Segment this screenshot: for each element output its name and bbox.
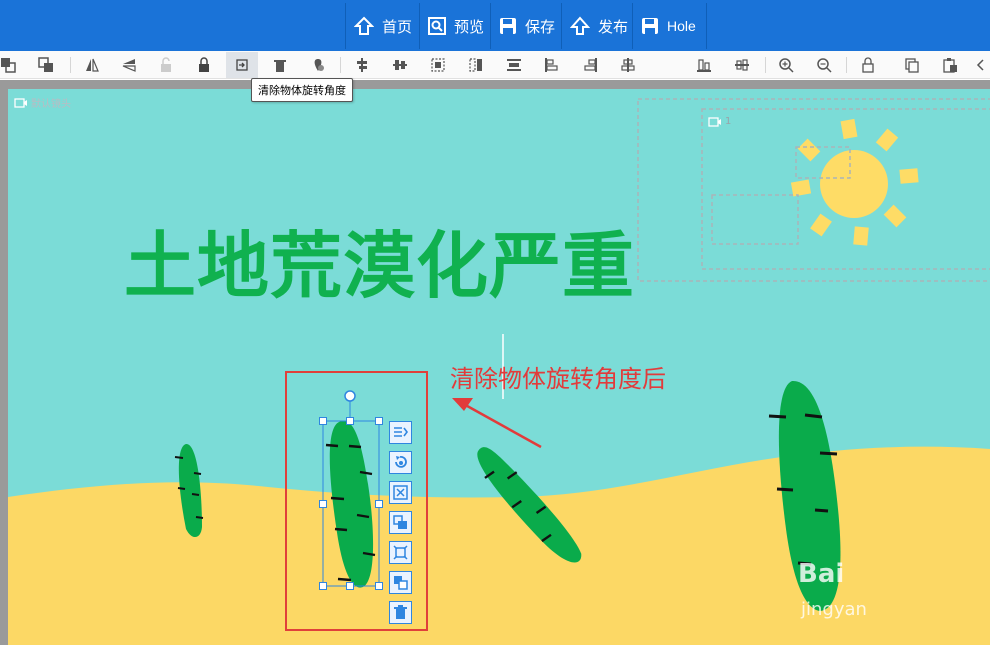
watermark: Bai xyxy=(798,559,845,589)
home-icon xyxy=(354,16,374,35)
camera-frame-outer xyxy=(637,98,990,282)
scale-icon xyxy=(393,545,408,560)
paste-icon[interactable] xyxy=(938,54,962,76)
resize-handle[interactable] xyxy=(319,582,327,590)
resize-handle[interactable] xyxy=(346,417,354,425)
default-camera-label[interactable]: 默认镜头 xyxy=(14,95,71,110)
resize-handle[interactable] xyxy=(375,417,383,425)
zoom-out-icon[interactable] xyxy=(812,54,836,76)
preview-icon xyxy=(428,17,446,35)
arrange-icon xyxy=(394,427,408,437)
align-center-icon[interactable] xyxy=(388,54,412,76)
sun xyxy=(790,118,919,246)
delete-icon[interactable] xyxy=(268,54,292,76)
bring-forward-icon[interactable] xyxy=(0,54,20,76)
align-bottom-icon[interactable] xyxy=(540,54,564,76)
rotate-reset-icon xyxy=(395,456,407,468)
camera-1-text: 1 xyxy=(725,116,732,127)
more-icon[interactable] xyxy=(972,54,990,76)
distribute-icon[interactable] xyxy=(502,54,526,76)
trash-button[interactable] xyxy=(389,601,412,624)
clear-rotation-icon[interactable] xyxy=(226,52,258,78)
align-justify-icon[interactable] xyxy=(730,54,754,76)
preview-button[interactable]: 预览 xyxy=(419,3,484,49)
arrange-button[interactable] xyxy=(389,421,412,444)
align-middle-icon[interactable] xyxy=(616,54,640,76)
camera-icon xyxy=(708,116,721,127)
resize-handle[interactable] xyxy=(319,417,327,425)
home-label: 首页 xyxy=(382,17,413,36)
resize-handle[interactable] xyxy=(319,500,327,508)
fit-button[interactable] xyxy=(389,481,412,504)
watermark-sub: jingyan xyxy=(801,599,867,620)
align-top-icon[interactable] xyxy=(578,54,602,76)
stage-canvas[interactable]: 默认镜头 1 土地荒漠化严重 清除物体旋转角度后 Bai jingyan xyxy=(8,89,990,645)
rotate-reset-button[interactable] xyxy=(389,451,412,474)
hole-label: Hole xyxy=(667,18,696,34)
hole-button[interactable]: Hole xyxy=(632,3,707,49)
flip-vertical-icon[interactable] xyxy=(117,54,141,76)
toolbar-separator xyxy=(765,57,766,73)
copy-icon[interactable] xyxy=(900,54,924,76)
tooltip: 清除物体旋转角度 xyxy=(251,78,353,102)
annotation-arrow xyxy=(459,400,542,449)
resize-handle[interactable] xyxy=(375,500,383,508)
lock-all-icon[interactable] xyxy=(856,54,880,76)
annotation-text: 清除物体旋转角度后 xyxy=(450,365,666,393)
default-camera-text: 默认镜头 xyxy=(31,99,71,110)
toolbar-separator xyxy=(340,57,341,73)
workspace: 默认镜头 1 土地荒漠化严重 清除物体旋转角度后 Bai jingyan xyxy=(0,80,990,645)
camera-1-label[interactable]: 1 xyxy=(708,116,731,127)
ungroup-icon[interactable] xyxy=(464,54,488,76)
fit-icon xyxy=(393,485,408,500)
save-icon xyxy=(642,18,658,34)
publish-button[interactable]: 发布 xyxy=(561,3,628,49)
unlock-icon[interactable] xyxy=(154,54,178,76)
align-left-icon[interactable] xyxy=(350,54,374,76)
group-icon[interactable] xyxy=(426,54,450,76)
scale-button[interactable] xyxy=(389,541,412,564)
duplicate-button[interactable] xyxy=(389,571,412,594)
flip-horizontal-icon[interactable] xyxy=(80,54,104,76)
zoom-in-icon[interactable] xyxy=(774,54,798,76)
toolbar-separator xyxy=(846,57,847,73)
camera-icon xyxy=(14,97,27,108)
resize-handle[interactable] xyxy=(375,582,383,590)
save-label: 保存 xyxy=(525,17,556,36)
send-backward-icon[interactable] xyxy=(34,54,58,76)
crop-icon xyxy=(393,515,407,529)
clear-icon[interactable] xyxy=(306,54,330,76)
arrow-head xyxy=(452,398,473,411)
preview-label: 预览 xyxy=(454,17,485,36)
crop-button[interactable] xyxy=(389,511,412,534)
lock-icon[interactable] xyxy=(192,54,216,76)
align-right-icon[interactable] xyxy=(692,54,716,76)
publish-label: 发布 xyxy=(598,17,629,36)
resize-handle[interactable] xyxy=(346,582,354,590)
save-icon xyxy=(500,18,516,34)
toolbar xyxy=(0,51,990,79)
stage-title[interactable]: 土地荒漠化严重 xyxy=(124,207,635,312)
toolbar-separator xyxy=(70,57,71,73)
camera-frame-small xyxy=(711,194,799,245)
trash-icon xyxy=(394,605,407,619)
home-button[interactable]: 首页 xyxy=(345,3,412,49)
publish-icon xyxy=(570,16,590,35)
duplicate-icon xyxy=(394,576,408,590)
top-bar: 首页 预览 保存 发布 Hole xyxy=(0,0,990,51)
save-button[interactable]: 保存 xyxy=(490,3,555,49)
